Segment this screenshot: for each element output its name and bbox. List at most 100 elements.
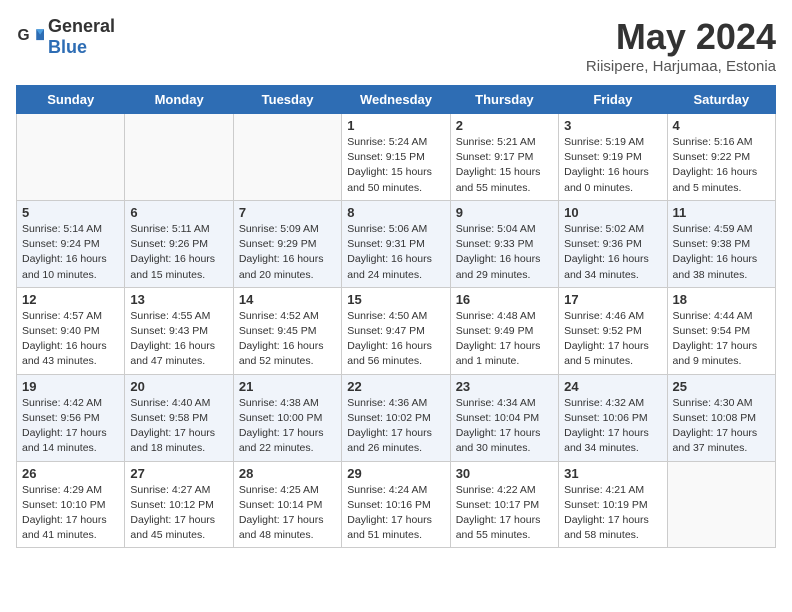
- weekday-header: Tuesday: [233, 86, 341, 114]
- day-info: Sunrise: 5:21 AM Sunset: 9:17 PM Dayligh…: [456, 135, 553, 196]
- day-number: 17: [564, 292, 661, 307]
- location-subtitle: Riisipere, Harjumaa, Estonia: [586, 58, 776, 75]
- day-number: 18: [673, 292, 770, 307]
- day-number: 7: [239, 205, 336, 220]
- day-info: Sunrise: 4:27 AM Sunset: 10:12 PM Daylig…: [130, 483, 227, 544]
- calendar-cell: 20 Sunrise: 4:40 AM Sunset: 9:58 PM Dayli…: [125, 374, 233, 461]
- calendar-cell: 17 Sunrise: 4:46 AM Sunset: 9:52 PM Dayli…: [559, 287, 667, 374]
- calendar-header-row: SundayMondayTuesdayWednesdayThursdayFrid…: [17, 86, 776, 114]
- day-number: 4: [673, 118, 770, 133]
- day-number: 28: [239, 466, 336, 481]
- day-number: 20: [130, 379, 227, 394]
- calendar-cell: 24Sunrise: 4:32 AM Sunset: 10:06 PM Dayl…: [559, 374, 667, 461]
- calendar-cell: [233, 114, 341, 201]
- day-info: Sunrise: 4:59 AM Sunset: 9:38 PM Dayligh…: [673, 222, 770, 283]
- day-number: 27: [130, 466, 227, 481]
- day-info: Sunrise: 4:29 AM Sunset: 10:10 PM Daylig…: [22, 483, 119, 544]
- calendar-cell: 2 Sunrise: 5:21 AM Sunset: 9:17 PM Daylig…: [450, 114, 558, 201]
- calendar-cell: 22 Sunrise: 4:36 AM Sunset: 10:02 PM Dayl…: [342, 374, 450, 461]
- day-info: Sunrise: 4:42 AM Sunset: 9:56 PM Dayligh…: [22, 396, 119, 457]
- weekday-header: Friday: [559, 86, 667, 114]
- day-number: 22: [347, 379, 444, 394]
- day-number: 16: [456, 292, 553, 307]
- day-number: 9: [456, 205, 553, 220]
- calendar-cell: 13 Sunrise: 4:55 AM Sunset: 9:43 PM Dayli…: [125, 287, 233, 374]
- day-number: 25: [673, 379, 770, 394]
- day-info: Sunrise: 5:06 AM Sunset: 9:31 PM Dayligh…: [347, 222, 444, 283]
- svg-text:G: G: [18, 27, 30, 44]
- day-info: Sunrise: 4:52 AM Sunset: 9:45 PM Dayligh…: [239, 309, 336, 370]
- day-info: Sunrise: 5:02 AM Sunset: 9:36 PM Dayligh…: [564, 222, 661, 283]
- calendar-cell: 5 Sunrise: 5:14 AM Sunset: 9:24 PM Daylig…: [17, 200, 125, 287]
- calendar-cell: 8 Sunrise: 5:06 AM Sunset: 9:31 PM Daylig…: [342, 200, 450, 287]
- calendar-cell: 7 Sunrise: 5:09 AM Sunset: 9:29 PM Daylig…: [233, 200, 341, 287]
- calendar-cell: 19 Sunrise: 4:42 AM Sunset: 9:56 PM Dayli…: [17, 374, 125, 461]
- weekday-header: Saturday: [667, 86, 775, 114]
- day-number: 30: [456, 466, 553, 481]
- day-info: Sunrise: 4:46 AM Sunset: 9:52 PM Dayligh…: [564, 309, 661, 370]
- calendar-cell: [667, 461, 775, 548]
- day-info: Sunrise: 5:14 AM Sunset: 9:24 PM Dayligh…: [22, 222, 119, 283]
- day-info: Sunrise: 5:11 AM Sunset: 9:26 PM Dayligh…: [130, 222, 227, 283]
- day-number: 19: [22, 379, 119, 394]
- day-info: Sunrise: 4:36 AM Sunset: 10:02 PM Daylig…: [347, 396, 444, 457]
- day-info: Sunrise: 4:55 AM Sunset: 9:43 PM Dayligh…: [130, 309, 227, 370]
- day-number: 6: [130, 205, 227, 220]
- calendar-cell: 3Sunrise: 5:19 AM Sunset: 9:19 PM Daylig…: [559, 114, 667, 201]
- weekday-header: Thursday: [450, 86, 558, 114]
- day-number: 2: [456, 118, 553, 133]
- calendar-cell: 6 Sunrise: 5:11 AM Sunset: 9:26 PM Daylig…: [125, 200, 233, 287]
- day-info: Sunrise: 4:34 AM Sunset: 10:04 PM Daylig…: [456, 396, 553, 457]
- calendar-cell: 16Sunrise: 4:48 AM Sunset: 9:49 PM Dayli…: [450, 287, 558, 374]
- day-info: Sunrise: 5:16 AM Sunset: 9:22 PM Dayligh…: [673, 135, 770, 196]
- calendar-row: 5 Sunrise: 5:14 AM Sunset: 9:24 PM Daylig…: [17, 200, 776, 287]
- weekday-header: Sunday: [17, 86, 125, 114]
- calendar-cell: 27 Sunrise: 4:27 AM Sunset: 10:12 PM Dayl…: [125, 461, 233, 548]
- day-info: Sunrise: 4:32 AM Sunset: 10:06 PM Daylig…: [564, 396, 661, 457]
- day-info: Sunrise: 4:50 AM Sunset: 9:47 PM Dayligh…: [347, 309, 444, 370]
- calendar-cell: 23 Sunrise: 4:34 AM Sunset: 10:04 PM Dayl…: [450, 374, 558, 461]
- calendar-cell: 1 Sunrise: 5:24 AM Sunset: 9:15 PM Daylig…: [342, 114, 450, 201]
- calendar-cell: 31Sunrise: 4:21 AM Sunset: 10:19 PM Dayl…: [559, 461, 667, 548]
- month-title: May 2024: [586, 16, 776, 58]
- day-info: Sunrise: 4:57 AM Sunset: 9:40 PM Dayligh…: [22, 309, 119, 370]
- day-number: 5: [22, 205, 119, 220]
- day-number: 23: [456, 379, 553, 394]
- calendar-cell: 14 Sunrise: 4:52 AM Sunset: 9:45 PM Dayli…: [233, 287, 341, 374]
- logo-icon: G: [16, 23, 44, 51]
- day-number: 8: [347, 205, 444, 220]
- logo-text-general: General: [48, 16, 115, 36]
- calendar-row: 12Sunrise: 4:57 AM Sunset: 9:40 PM Dayli…: [17, 287, 776, 374]
- day-info: Sunrise: 4:40 AM Sunset: 9:58 PM Dayligh…: [130, 396, 227, 457]
- calendar-cell: 25Sunrise: 4:30 AM Sunset: 10:08 PM Dayl…: [667, 374, 775, 461]
- day-info: Sunrise: 4:24 AM Sunset: 10:16 PM Daylig…: [347, 483, 444, 544]
- day-number: 1: [347, 118, 444, 133]
- calendar-cell: [17, 114, 125, 201]
- calendar-cell: 11 Sunrise: 4:59 AM Sunset: 9:38 PM Dayli…: [667, 200, 775, 287]
- logo: G General Blue: [16, 16, 115, 58]
- day-number: 11: [673, 205, 770, 220]
- day-info: Sunrise: 5:24 AM Sunset: 9:15 PM Dayligh…: [347, 135, 444, 196]
- day-number: 14: [239, 292, 336, 307]
- weekday-header: Wednesday: [342, 86, 450, 114]
- calendar-row: 19 Sunrise: 4:42 AM Sunset: 9:56 PM Dayli…: [17, 374, 776, 461]
- calendar-cell: 4 Sunrise: 5:16 AM Sunset: 9:22 PM Daylig…: [667, 114, 775, 201]
- day-number: 15: [347, 292, 444, 307]
- calendar-cell: 29 Sunrise: 4:24 AM Sunset: 10:16 PM Dayl…: [342, 461, 450, 548]
- day-number: 10: [564, 205, 661, 220]
- day-number: 13: [130, 292, 227, 307]
- calendar-row: 26 Sunrise: 4:29 AM Sunset: 10:10 PM Dayl…: [17, 461, 776, 548]
- page-header: G General Blue May 2024 Riisipere, Harju…: [16, 16, 776, 75]
- calendar-cell: 28 Sunrise: 4:25 AM Sunset: 10:14 PM Dayl…: [233, 461, 341, 548]
- day-info: Sunrise: 4:22 AM Sunset: 10:17 PM Daylig…: [456, 483, 553, 544]
- day-info: Sunrise: 4:25 AM Sunset: 10:14 PM Daylig…: [239, 483, 336, 544]
- calendar-cell: 26 Sunrise: 4:29 AM Sunset: 10:10 PM Dayl…: [17, 461, 125, 548]
- calendar-cell: 10 Sunrise: 5:02 AM Sunset: 9:36 PM Dayli…: [559, 200, 667, 287]
- day-number: 21: [239, 379, 336, 394]
- day-number: 26: [22, 466, 119, 481]
- weekday-header: Monday: [125, 86, 233, 114]
- day-number: 29: [347, 466, 444, 481]
- day-info: Sunrise: 5:04 AM Sunset: 9:33 PM Dayligh…: [456, 222, 553, 283]
- day-info: Sunrise: 5:09 AM Sunset: 9:29 PM Dayligh…: [239, 222, 336, 283]
- calendar-cell: 12Sunrise: 4:57 AM Sunset: 9:40 PM Dayli…: [17, 287, 125, 374]
